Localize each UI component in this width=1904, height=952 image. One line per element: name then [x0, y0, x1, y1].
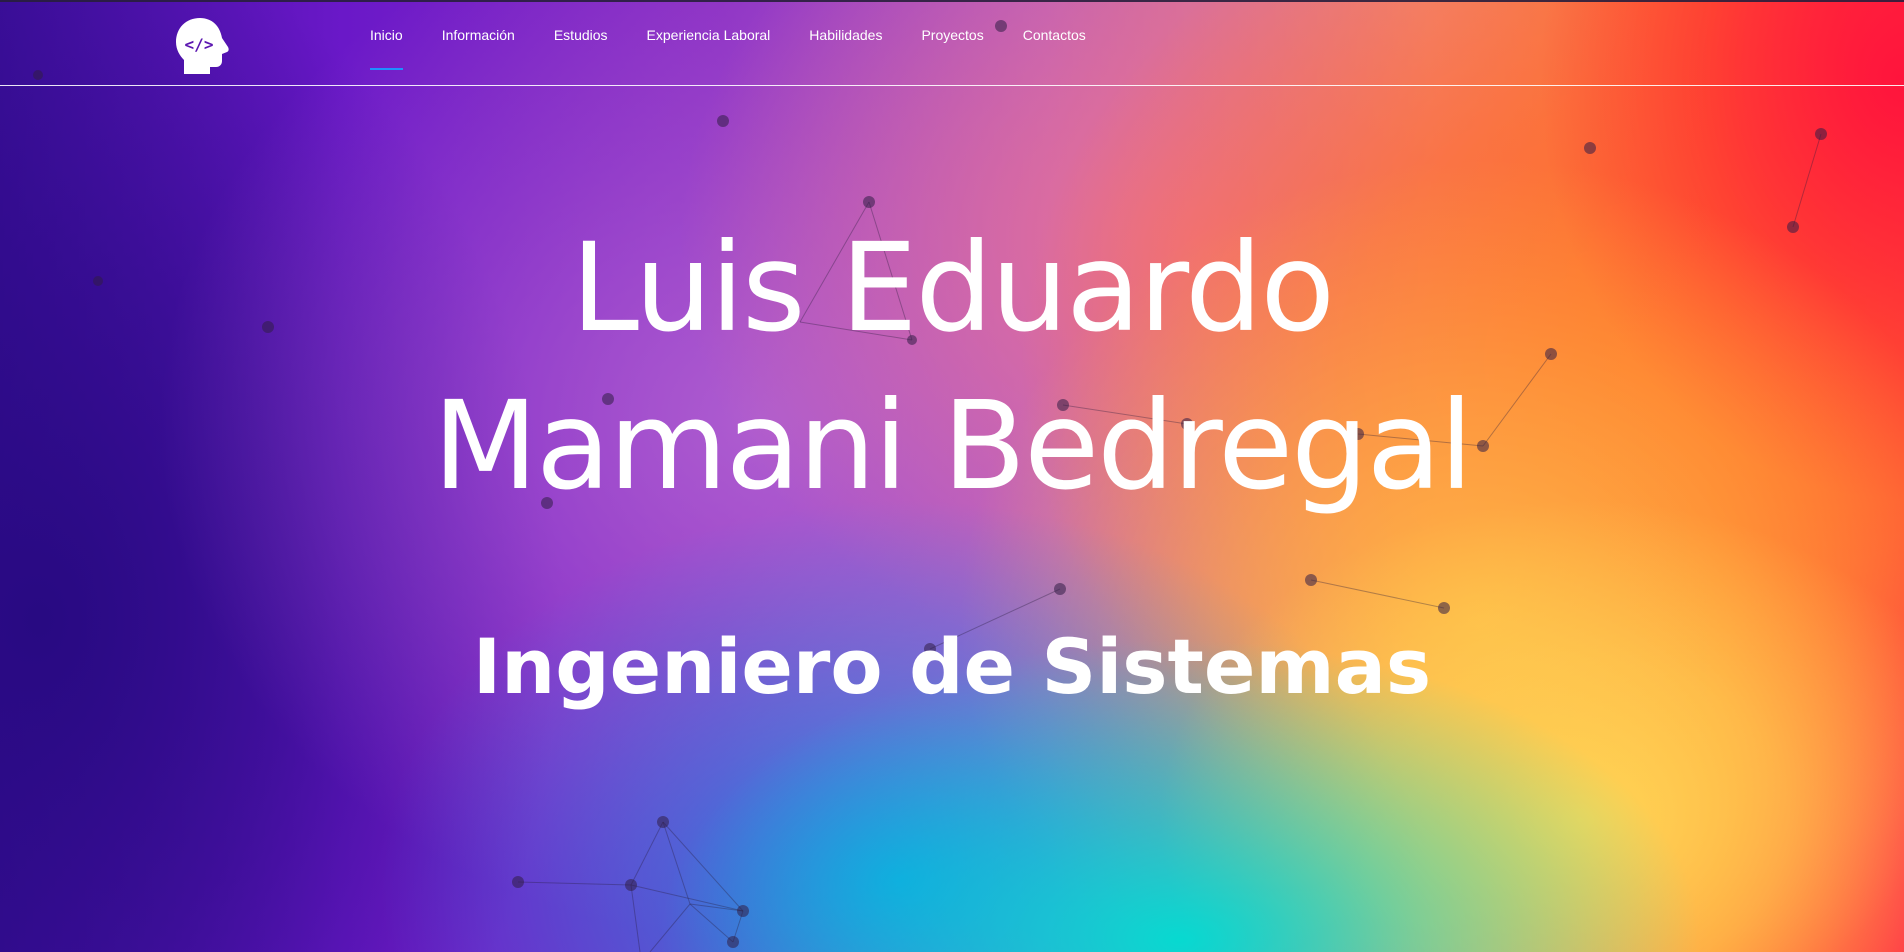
nav-item-contactos[interactable]: Contactos	[1023, 2, 1086, 87]
hero-name-line2: Mamani Bedregal	[432, 375, 1473, 517]
svg-text:</>: </>	[185, 35, 214, 54]
nav-item-proyectos[interactable]: Proyectos	[921, 2, 983, 87]
page: </> Inicio Información Estudios Experien…	[0, 0, 1904, 952]
nav-item-informacion[interactable]: Información	[442, 2, 515, 87]
nav-item-estudios[interactable]: Estudios	[554, 2, 608, 87]
main-nav: Inicio Información Estudios Experiencia …	[370, 2, 1125, 88]
head-code-icon[interactable]: </>	[172, 16, 232, 76]
top-navbar: </> Inicio Información Estudios Experien…	[0, 0, 1904, 86]
hero-role-title: Ingeniero de Sistemas	[472, 622, 1432, 711]
nav-item-habilidades[interactable]: Habilidades	[809, 2, 882, 87]
nav-item-experiencia-laboral[interactable]: Experiencia Laboral	[647, 2, 771, 87]
hero-name-line1: Luis Eduardo	[570, 217, 1335, 359]
nav-item-inicio[interactable]: Inicio	[370, 2, 403, 87]
